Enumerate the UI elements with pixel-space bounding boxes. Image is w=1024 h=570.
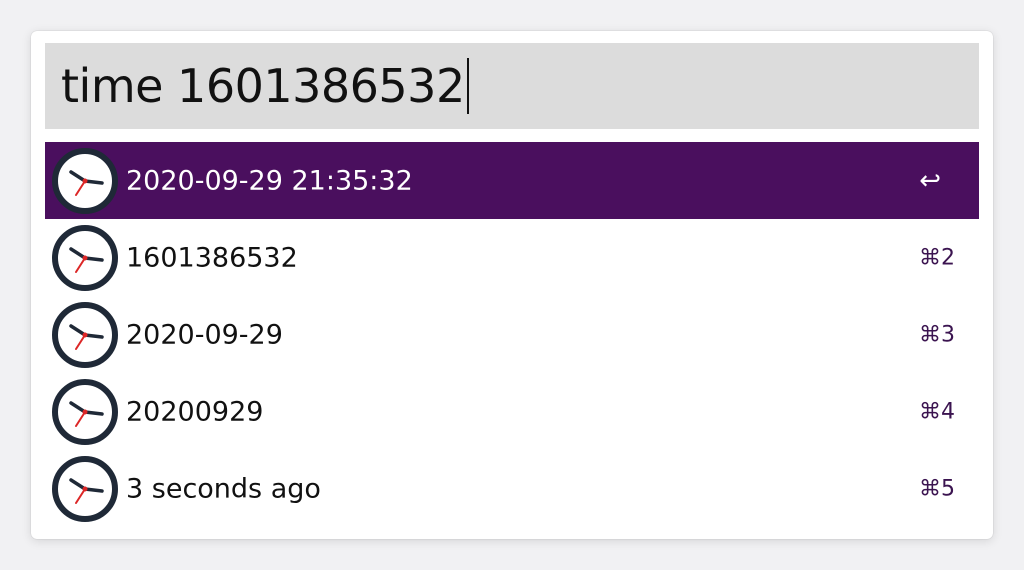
clock-icon	[52, 378, 118, 445]
search-query-text[interactable]: time 1601386532	[61, 59, 465, 113]
result-item-4[interactable]: 20200929 ⌘4	[45, 373, 979, 450]
result-item-3[interactable]: 2020-09-29 ⌘3	[45, 296, 979, 373]
result-label: 1601386532	[126, 242, 298, 273]
clock-icon	[52, 455, 118, 522]
text-caret	[466, 58, 469, 114]
launcher-window: time 1601386532 2020-09-29 21:35:32 ↩ 16…	[31, 31, 993, 539]
result-label: 20200929	[126, 396, 264, 427]
clock-icon	[52, 224, 118, 291]
return-key-hint: ↩	[919, 165, 941, 196]
result-item-2[interactable]: 1601386532 ⌘2	[45, 219, 979, 296]
result-label: 2020-09-29	[126, 319, 283, 350]
results-list: 2020-09-29 21:35:32 ↩ 1601386532 ⌘2 2020…	[45, 142, 979, 527]
clock-icon	[52, 301, 118, 368]
clock-icon	[52, 147, 118, 214]
result-item-1[interactable]: 2020-09-29 21:35:32 ↩	[45, 142, 979, 219]
result-label: 2020-09-29 21:35:32	[126, 165, 413, 196]
result-label: 3 seconds ago	[126, 473, 321, 504]
shortcut-hint: ⌘4	[919, 399, 955, 424]
search-input[interactable]: time 1601386532	[45, 43, 979, 129]
shortcut-hint: ⌘3	[919, 322, 955, 347]
shortcut-hint: ⌘5	[919, 476, 955, 501]
shortcut-hint: ⌘2	[919, 245, 955, 270]
result-item-5[interactable]: 3 seconds ago ⌘5	[45, 450, 979, 527]
